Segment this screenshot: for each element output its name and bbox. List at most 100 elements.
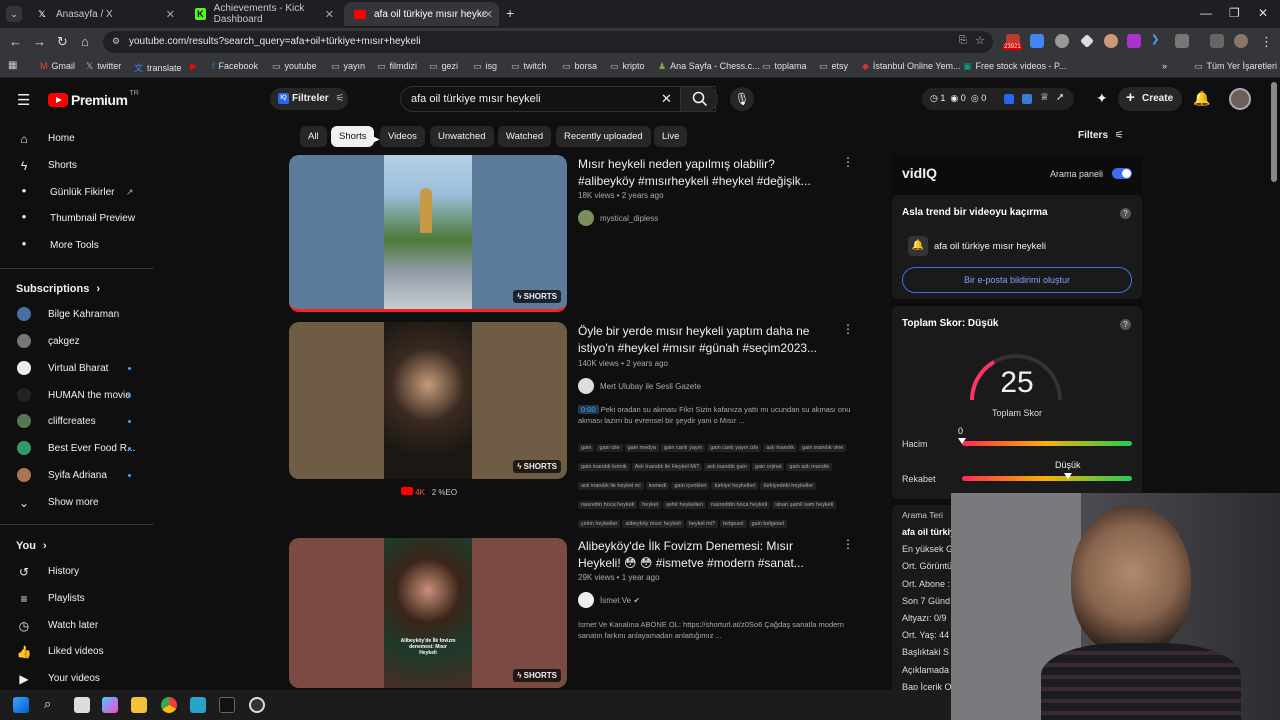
bookmark-yayin[interactable]: ▭ yayın — [331, 61, 365, 72]
clear-search-icon[interactable]: ✕ — [661, 91, 672, 107]
chip-unwatched[interactable]: Unwatched — [430, 126, 494, 147]
youtube-premium-logo[interactable]: Premium TR — [48, 90, 139, 108]
new-tab-icon[interactable]: + — [506, 5, 514, 21]
video-tag[interactable]: aslı inandık ile heykel mi — [578, 482, 644, 490]
extension-icon[interactable] — [1055, 34, 1069, 48]
vidiq-stats-bar[interactable]: ◷ 1 ◉ 0 ◎ 0 ♕ ➚ — [922, 88, 1074, 110]
chrome-icon[interactable] — [161, 697, 177, 713]
search-icon[interactable]: ⌕ — [44, 696, 51, 712]
video-menu-icon[interactable]: ⋮ — [842, 322, 854, 336]
tradingview-icon[interactable] — [219, 697, 235, 713]
home-icon[interactable]: ⌂ — [81, 34, 89, 49]
you-header[interactable]: You › — [16, 540, 47, 552]
account-avatar[interactable] — [1229, 88, 1251, 110]
close-tab-icon[interactable]: ✕ — [325, 8, 334, 21]
extension-icon[interactable] — [1104, 34, 1118, 48]
bookmark-youtube-play[interactable]: ▶ — [190, 61, 201, 72]
bookmark-star-icon[interactable]: ☆ — [975, 34, 985, 47]
url-field[interactable]: ⚙ youtube.com/results?search_query=afa+o… — [103, 31, 993, 53]
bookmark-translate[interactable]: 文 translate — [134, 61, 182, 74]
video-tag[interactable]: Aslı İnandık ile Heykel Mi? — [631, 463, 703, 471]
video-tag[interactable]: heykel — [639, 501, 662, 509]
bookmark-all[interactable]: ▭ Tüm Yer İşaretleri — [1194, 61, 1277, 72]
extension-icon[interactable] — [1080, 34, 1094, 48]
chip-shorts[interactable]: Shorts — [331, 126, 375, 147]
search-button[interactable] — [680, 86, 718, 112]
channel-link[interactable]: İsmet Ve ✔ — [578, 592, 640, 608]
video-tag[interactable]: türkiye heykelleri — [711, 482, 759, 490]
search-input[interactable]: afa oil türkiye mısır heykeli ✕ — [400, 86, 716, 112]
video-title[interactable]: Mısır heykeli neden yapılmış olabilir? #… — [578, 156, 828, 190]
video-tag[interactable]: aslı inandık — [763, 444, 798, 452]
file-explorer-icon[interactable] — [131, 697, 147, 713]
video-title[interactable]: Öyle bir yerde mısır heykeli yaptım daha… — [578, 323, 828, 357]
media-control-icon[interactable] — [1210, 34, 1224, 48]
install-app-icon[interactable]: ⎘ — [959, 35, 967, 46]
video-tag[interactable]: belgesel — [720, 520, 747, 528]
minimize-icon[interactable]: — — [1200, 6, 1212, 20]
email-notify-button[interactable]: Bir e-posta bildirimi oluştur — [902, 267, 1132, 293]
site-info-icon[interactable]: ⚙ — [112, 36, 120, 47]
channel-link[interactable]: mystical_dipless — [578, 210, 658, 226]
video-tag[interactable]: gain aslı inandık — [786, 463, 833, 471]
forward-icon[interactable]: → — [33, 34, 46, 49]
bookmark-gezi[interactable]: ▭ gezi — [429, 61, 458, 72]
vidiq-boost-icon[interactable]: ✦ — [1096, 90, 1108, 107]
windows-start-icon[interactable] — [13, 697, 29, 713]
video-tag[interactable]: türkiyedeki heykeller — [760, 482, 817, 490]
bookmark-borsa[interactable]: ▭ borsa — [562, 61, 597, 72]
video-tag[interactable]: gain canlı yayın izle — [707, 444, 762, 452]
bookmark-twitch[interactable]: ▭ twitch — [511, 61, 547, 72]
bookmark-youtube[interactable]: ▭ youtube — [272, 61, 317, 72]
tab-youtube[interactable]: afa oil türkiye mısır heykeli - Yo ✕ — [344, 2, 499, 26]
chip-recently-uploaded[interactable]: Recently uploaded — [556, 126, 651, 147]
video-tag[interactable]: gain medya — [624, 444, 660, 452]
extension-icon[interactable] — [1127, 34, 1141, 48]
chip-all[interactable]: All — [300, 126, 327, 147]
bookmark-istanbul[interactable]: ◆ İstanbul Online Yem... — [862, 61, 960, 72]
close-tab-icon[interactable]: ✕ — [166, 8, 175, 21]
back-icon[interactable]: ← — [9, 34, 22, 49]
page-scrollbar[interactable] — [1271, 82, 1277, 182]
voice-search-button[interactable]: 🎙 — [730, 87, 754, 111]
bookmark-toplama[interactable]: ▭ toplama — [762, 61, 807, 72]
profile-avatar-icon[interactable] — [1234, 34, 1248, 48]
bookmark-etsy[interactable]: ▭ etsy — [819, 61, 848, 72]
channel-link[interactable]: Mert Ulubay ile Sesli Gazete — [578, 378, 701, 394]
video-title[interactable]: Alibeyköy'de İlk Fovizm Denemesi: Mısır … — [578, 538, 828, 572]
create-button[interactable]: + Create — [1118, 87, 1182, 111]
translate-ext-icon[interactable] — [1030, 34, 1044, 48]
bookmark-pexels[interactable]: ▣ Free stock videos - P... — [963, 61, 1066, 72]
app-icon[interactable] — [190, 697, 206, 713]
bookmark-chess[interactable]: ♟ Ana Sayfa - Chess.c... — [658, 61, 760, 72]
bookmark-isg[interactable]: ▭ isg — [473, 61, 497, 72]
browser-menu-icon[interactable]: ⋮ — [1260, 34, 1273, 50]
video-tag[interactable]: aslı inandık gain — [704, 463, 750, 471]
video-tag[interactable]: komedi — [645, 482, 670, 490]
video-thumbnail[interactable]: Alibeyköy'de İlk fovizm denemesi: Mısır … — [289, 538, 567, 688]
extensions-puzzle-icon[interactable] — [1175, 34, 1189, 48]
extension-icon[interactable]: ❯ — [1151, 34, 1165, 48]
video-tag[interactable]: gain orjinal — [751, 463, 785, 471]
video-tag[interactable]: gain inandık komik — [578, 463, 630, 471]
video-menu-icon[interactable]: ⋮ — [842, 537, 854, 551]
video-thumbnail[interactable]: ϟ SHORTS — [289, 155, 567, 312]
video-menu-icon[interactable]: ⋮ — [842, 155, 854, 169]
video-tag[interactable]: gain inandık vine — [799, 444, 847, 452]
bookmark-gmail[interactable]: M Gmail — [40, 61, 75, 71]
search-panel-toggle[interactable] — [1112, 168, 1132, 179]
chip-watched[interactable]: Watched — [498, 126, 552, 147]
video-tag[interactable]: nasrettin hoca heykeli — [578, 501, 638, 509]
video-tag[interactable]: sinan şamil sam heykeli — [772, 501, 837, 509]
chip-videos[interactable]: Videos — [380, 126, 425, 147]
vidiq-filters-button[interactable]: IQ Filtreler ⚟ — [270, 88, 348, 110]
video-tag[interactable]: gain içerikleri — [671, 482, 710, 490]
close-window-icon[interactable]: ✕ — [1258, 6, 1268, 20]
obs-icon[interactable] — [249, 697, 265, 713]
video-tag[interactable]: şehir heykelleri — [663, 501, 706, 509]
tab-kick[interactable]: K Achievements - Kick Dashboard ✕ — [185, 2, 340, 26]
video-tag[interactable]: alibeyköy mısır heykeli — [622, 520, 684, 528]
maximize-icon[interactable]: ❐ — [1229, 6, 1240, 20]
video-tag[interactable]: gain canlı yayın — [661, 444, 706, 452]
video-tag[interactable]: heykel mi? — [685, 520, 718, 528]
